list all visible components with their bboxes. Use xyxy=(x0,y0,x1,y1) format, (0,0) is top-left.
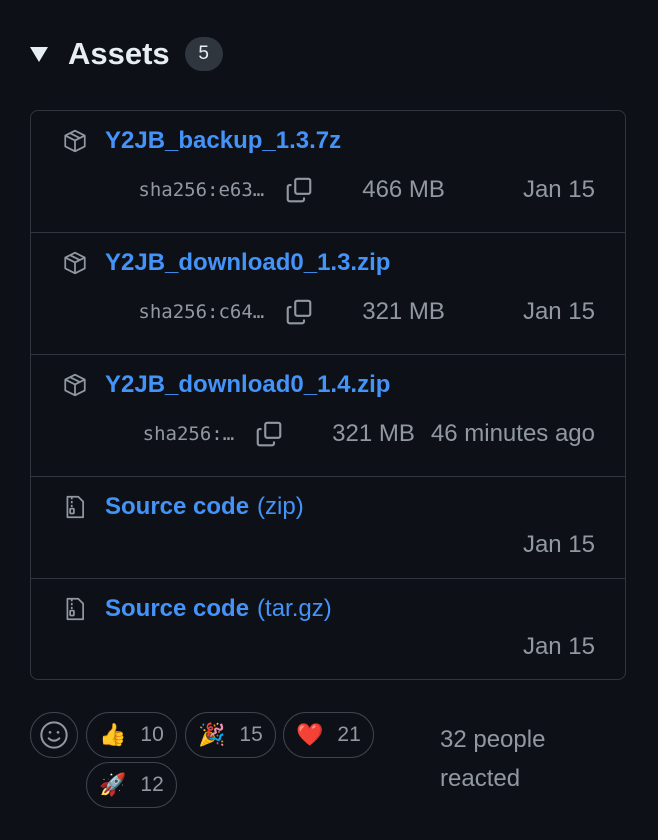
reaction-count: 21 xyxy=(337,723,361,746)
assets-list: Y2JB_backup_1.3.7z sha256:e63… 466 MB Ja… xyxy=(30,110,626,680)
reaction-party-button[interactable]: 🎉 15 xyxy=(185,712,276,758)
asset-link[interactable]: Y2JB_backup_1.3.7z xyxy=(105,127,341,155)
thumbs-up-icon: 👍 xyxy=(99,722,127,747)
source-row: Source code (tar.gz) Jan 15 xyxy=(31,579,625,679)
copy-icon[interactable] xyxy=(254,419,284,449)
asset-date: Jan 15 xyxy=(522,298,595,325)
heart-icon: ❤️ xyxy=(296,722,324,747)
reaction-heart-button[interactable]: ❤️ 21 xyxy=(283,712,374,758)
asset-date: 46 minutes ago xyxy=(430,420,595,447)
source-zip-ext[interactable]: (zip) xyxy=(257,493,304,521)
asset-date: Jan 15 xyxy=(522,176,595,203)
package-icon xyxy=(61,127,89,155)
asset-row: Y2JB_download0_1.3.zip sha256:c64… 321 M… xyxy=(31,233,625,355)
asset-sha: sha256:… xyxy=(142,423,235,445)
assets-title: Assets xyxy=(68,36,170,71)
rocket-icon: 🚀 xyxy=(99,772,127,797)
caret-down-icon[interactable] xyxy=(30,46,48,62)
asset-size: 321 MB xyxy=(332,420,415,447)
asset-sha: sha256:e63… xyxy=(138,179,265,201)
reaction-count: 15 xyxy=(239,723,263,746)
asset-link[interactable]: Y2JB_download0_1.3.zip xyxy=(105,249,390,277)
source-date: Jan 15 xyxy=(522,531,595,558)
asset-row: Y2JB_download0_1.4.zip sha256:… 321 MB 4… xyxy=(31,355,625,477)
source-tar-link[interactable]: Source code xyxy=(105,595,249,623)
copy-icon[interactable] xyxy=(284,297,314,327)
source-date: Jan 15 xyxy=(522,633,595,660)
assets-count-badge: 5 xyxy=(184,37,223,71)
add-reaction-button[interactable] xyxy=(30,712,78,758)
package-icon xyxy=(61,249,89,277)
copy-icon[interactable] xyxy=(284,175,314,205)
reaction-thumbs-up-button[interactable]: 👍 10 xyxy=(86,712,177,758)
asset-sha: sha256:c64… xyxy=(138,301,265,323)
source-tar-ext[interactable]: (tar.gz) xyxy=(257,595,332,623)
package-icon xyxy=(61,371,89,399)
source-zip-link[interactable]: Source code xyxy=(105,493,249,521)
assets-header[interactable]: Assets 5 xyxy=(30,34,223,74)
party-popper-icon: 🎉 xyxy=(198,722,226,747)
asset-size: 321 MB xyxy=(362,298,445,325)
file-zip-icon xyxy=(61,595,89,623)
smiley-icon xyxy=(40,721,68,749)
asset-row: Y2JB_backup_1.3.7z sha256:e63… 466 MB Ja… xyxy=(31,111,625,233)
asset-size: 466 MB xyxy=(362,176,445,203)
reaction-count: 12 xyxy=(140,773,164,796)
asset-link[interactable]: Y2JB_download0_1.4.zip xyxy=(105,371,390,399)
source-row: Source code (zip) Jan 15 xyxy=(31,477,625,579)
reactions-summary[interactable]: 32 people reacted xyxy=(440,720,630,798)
reaction-count: 10 xyxy=(140,723,164,746)
reaction-rocket-button[interactable]: 🚀 12 xyxy=(86,762,177,808)
file-zip-icon xyxy=(61,493,89,521)
